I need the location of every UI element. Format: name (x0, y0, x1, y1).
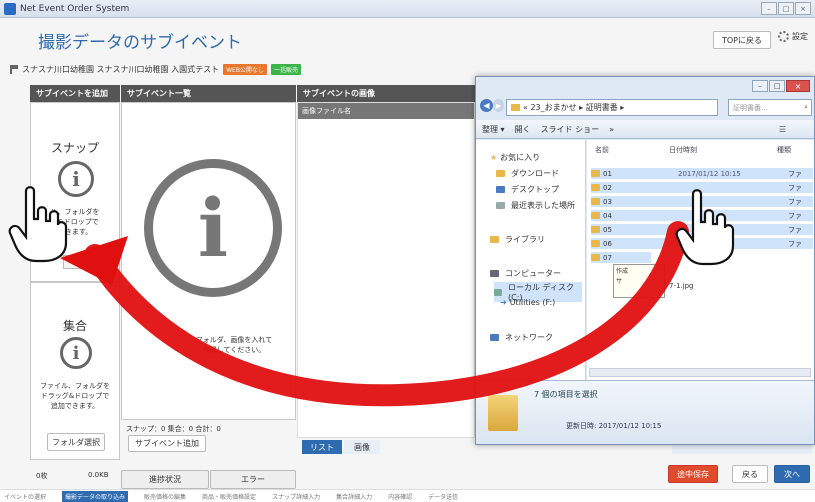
step-footer: イベントの選択 撮影データの取り込み 販売価格の編集 商品・販売価格設定 スナッ… (0, 489, 815, 502)
step-item[interactable]: 内容確認 (388, 492, 412, 501)
hand-cursor-icon (675, 189, 735, 266)
hand-cursor-icon (8, 186, 68, 263)
step-item[interactable]: スナップ詳細入力 (272, 492, 320, 501)
step-item[interactable]: 集合詳細入力 (336, 492, 372, 501)
step-item[interactable]: 販売価格の編集 (144, 492, 186, 501)
step-item[interactable]: イベントの選択 (4, 492, 46, 501)
step-item[interactable]: 商品・販売価格設定 (202, 492, 256, 501)
step-item-active[interactable]: 撮影データの取り込み (62, 490, 129, 502)
step-item[interactable]: データ送信 (428, 492, 458, 501)
